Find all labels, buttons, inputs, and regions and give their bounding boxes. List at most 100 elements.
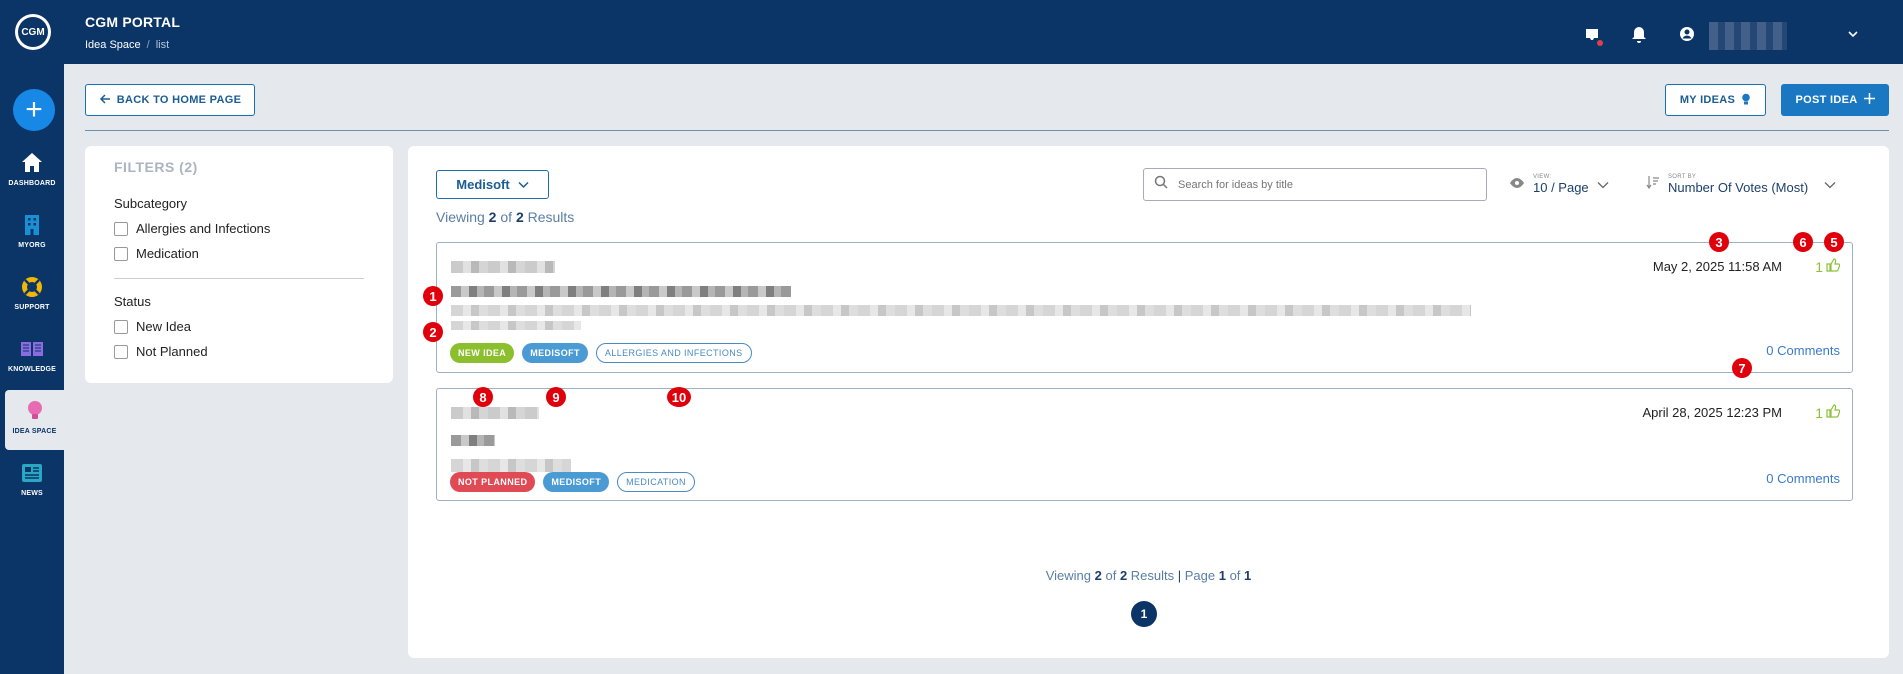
newspaper-icon (19, 460, 45, 486)
annotation-marker: 1 (423, 286, 443, 306)
filters-title: FILTERS (2) (114, 159, 198, 175)
notification-dot (1597, 40, 1603, 46)
chevron-down-icon (1824, 176, 1836, 194)
back-to-home-label: BACK TO HOME PAGE (116, 94, 242, 106)
cgm-logo[interactable]: CGM (15, 14, 51, 50)
sort-value: Number Of Votes (Most) (1668, 180, 1809, 195)
breadcrumb: Idea Space / list (85, 39, 169, 51)
idea-date: May 2, 2025 11:58 AM (1652, 259, 1782, 274)
checkbox[interactable] (114, 344, 128, 359)
annotation-marker: 5 (1824, 232, 1844, 252)
filter-option-label: Not Planned (136, 344, 208, 359)
logo-text: CGM (18, 17, 48, 47)
vote-button[interactable]: 1 (1815, 404, 1841, 421)
breadcrumb-idea-space[interactable]: Idea Space (85, 39, 141, 51)
status-badge: NOT PLANNED (450, 472, 536, 492)
annotation-marker: 6 (1793, 232, 1813, 252)
chevron-down-icon[interactable] (1847, 27, 1859, 45)
application-badge: MEDISOFT (543, 472, 610, 492)
sidebar-item-label: SUPPORT (14, 304, 50, 311)
author-name-blurred (451, 407, 539, 419)
post-idea-button[interactable]: POST IDEA (1781, 84, 1889, 116)
user-name-blurred[interactable] (1709, 22, 1787, 50)
lightbulb-icon (1741, 93, 1751, 108)
application-badge: MEDISOFT (522, 343, 588, 363)
results-count: Viewing 2 of 2 Results (436, 209, 575, 225)
thumbs-up-icon (1826, 258, 1841, 275)
search-input[interactable] (1178, 178, 1458, 191)
breadcrumb-current: list (155, 39, 170, 51)
application-select-value: Medisoft (456, 177, 510, 192)
annotation-marker: 9 (546, 387, 566, 407)
sidebar-item-myorg[interactable]: MYORG (0, 212, 64, 249)
book-icon (19, 336, 45, 362)
annotation-marker: 10 (667, 387, 691, 407)
post-idea-label: POST IDEA (1795, 94, 1858, 106)
vote-button[interactable]: 1 (1815, 258, 1841, 275)
bell-icon[interactable] (1631, 26, 1651, 46)
idea-card[interactable]: April 28, 2025 12:23 PM 1 NOT PLANNED ME… (436, 388, 1853, 501)
portal-title: CGM PORTAL (85, 14, 181, 30)
inbox-icon[interactable] (1583, 26, 1603, 46)
top-header: CGM CGM PORTAL Idea Space / list (0, 0, 1903, 64)
sidebar-item-label: DASHBOARD (8, 180, 56, 187)
idea-title-blurred[interactable] (451, 286, 791, 297)
idea-description-blurred (451, 459, 571, 472)
filter-allergies-and-infections[interactable]: Allergies and Infections (114, 221, 270, 236)
comments-link[interactable]: 0 Comments (1766, 343, 1840, 358)
filter-option-label: Medication (136, 246, 199, 261)
checkbox[interactable] (114, 221, 128, 236)
sidebar-item-idea-space[interactable]: IDEA SPACE (5, 390, 64, 450)
idea-description-blurred (451, 305, 1471, 316)
filter-medication[interactable]: Medication (114, 246, 199, 261)
back-to-home-button[interactable]: BACK TO HOME PAGE (85, 84, 255, 116)
ideas-panel: Medisoft Viewing 2 of 2 Results VIEW:10 … (408, 146, 1889, 658)
idea-description-blurred (451, 321, 581, 330)
eye-icon (1509, 176, 1525, 194)
sidebar-item-news[interactable]: NEWS (0, 460, 64, 497)
comments-link[interactable]: 0 Comments (1766, 471, 1840, 486)
view-value: 10 / Page (1533, 180, 1589, 195)
checkbox[interactable] (114, 319, 128, 334)
building-icon (19, 212, 45, 238)
status-heading: Status (114, 294, 151, 309)
add-fab-button[interactable]: + (13, 89, 55, 131)
annotation-marker: 3 (1709, 232, 1729, 252)
idea-card[interactable]: May 2, 2025 11:58 AM 1 NEW IDEA MEDISOFT… (436, 242, 1853, 373)
application-select[interactable]: Medisoft (436, 170, 549, 199)
lifebuoy-icon (19, 274, 45, 300)
sidebar-item-support[interactable]: SUPPORT (0, 274, 64, 311)
annotation-marker: 7 (1732, 358, 1752, 378)
subcategory-heading: Subcategory (114, 196, 187, 211)
sidebar-item-label: KNOWLEDGE (7, 366, 57, 373)
checkbox[interactable] (114, 246, 128, 261)
filters-panel: FILTERS (2) Subcategory Allergies and In… (85, 146, 393, 383)
filter-option-label: Allergies and Infections (136, 221, 271, 236)
filter-option-label: New Idea (136, 319, 191, 334)
divider (85, 130, 1889, 131)
filter-new-idea[interactable]: New Idea (114, 319, 191, 334)
chevron-down-icon (518, 177, 529, 192)
filter-not-planned[interactable]: Not Planned (114, 344, 208, 359)
page-size-select[interactable]: VIEW: 10 / Page (1509, 174, 1609, 195)
tag-list: NOT PLANNED MEDISOFT MEDICATION (450, 472, 695, 492)
my-ideas-button[interactable]: MY IDEAS (1665, 84, 1766, 116)
sidebar-item-label: MYORG (18, 242, 46, 249)
vote-count: 1 (1815, 404, 1823, 421)
sidebar-item-dashboard[interactable]: DASHBOARD (0, 150, 64, 187)
search-icon (1154, 175, 1168, 194)
sidebar-item-knowledge[interactable]: KNOWLEDGE (0, 336, 64, 373)
my-ideas-label: MY IDEAS (1679, 94, 1736, 106)
user-icon[interactable] (1679, 26, 1699, 46)
author-name-blurred (451, 261, 555, 273)
page-button-1[interactable]: 1 (1131, 601, 1157, 627)
search-box[interactable] (1143, 168, 1487, 201)
sort-select[interactable]: SORT BY Number Of Votes (Most) (1646, 174, 1836, 195)
sidebar-item-label: IDEA SPACE (12, 428, 57, 435)
annotation-marker: 8 (473, 387, 493, 407)
annotation-marker: 2 (423, 322, 443, 342)
breadcrumb-separator: / (146, 39, 150, 51)
home-icon (19, 150, 45, 176)
sort-icon (1646, 175, 1660, 194)
idea-title-blurred[interactable] (451, 435, 495, 446)
